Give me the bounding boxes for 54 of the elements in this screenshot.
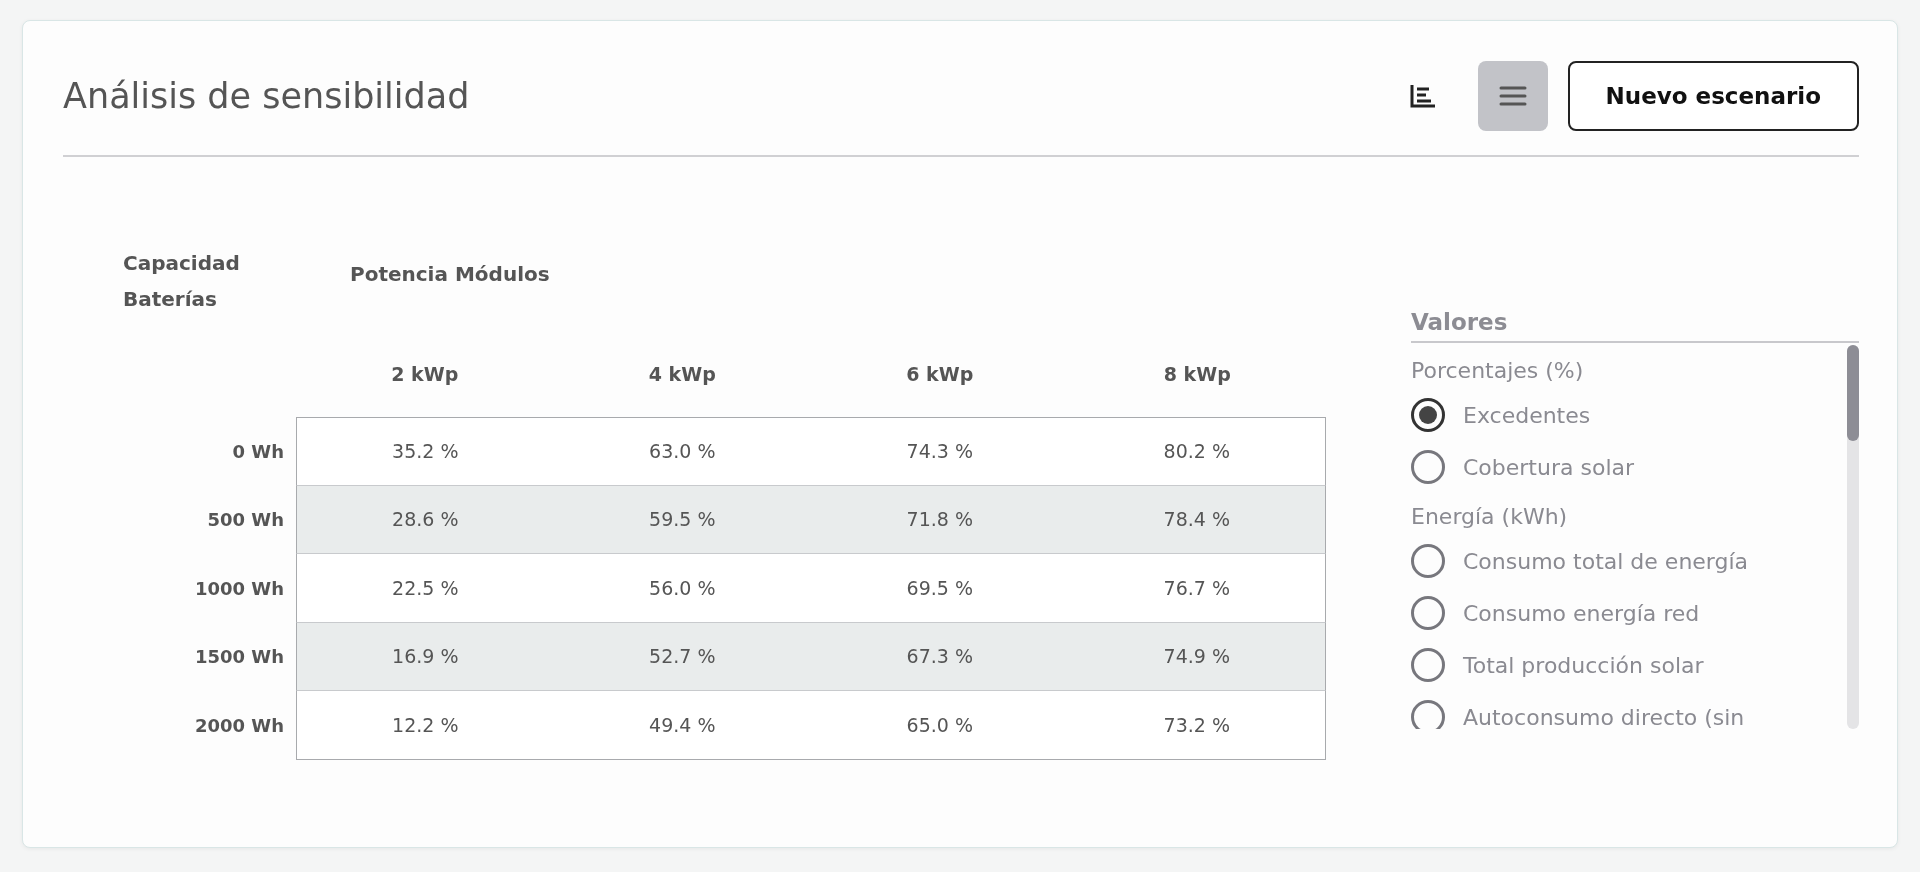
row-label: 0 Wh	[231, 439, 285, 464]
table-cell: 28.6 %	[296, 485, 554, 554]
option-label: Consumo energía red	[1463, 600, 1700, 626]
table-cell: 35.2 %	[296, 417, 554, 486]
table-cell: 52.7 %	[553, 622, 811, 691]
row-label: 1000 Wh	[193, 576, 285, 601]
table-cell: 67.3 %	[811, 622, 1069, 691]
new-scenario-button[interactable]: Nuevo escenario	[1567, 61, 1859, 131]
table-cell: 12.2 %	[296, 691, 554, 760]
row-label: 2000 Wh	[193, 713, 285, 738]
option-label: Total producción solar	[1463, 652, 1704, 678]
panel-title: Valores	[1411, 309, 1859, 343]
table-cell: 80.2 %	[1068, 417, 1326, 486]
radio-button[interactable]	[1411, 700, 1445, 729]
table-cell: 78.4 %	[1068, 485, 1326, 554]
table-cell: 73.2 %	[1068, 691, 1326, 760]
radio-option[interactable]: Total producción solar	[1411, 639, 1847, 691]
column-label: 8 kWp	[1162, 362, 1232, 387]
radio-option[interactable]: Consumo total de energía	[1411, 535, 1847, 587]
row-label: 1500 Wh	[193, 645, 285, 670]
bar-chart-icon	[1408, 83, 1437, 109]
column-label: 2 kWp	[390, 362, 460, 387]
table-cell: 74.9 %	[1068, 622, 1326, 691]
group-label: Energía (kWh)	[1411, 502, 1569, 531]
column-header: Potencia Módulos	[350, 262, 550, 286]
radio-button[interactable]	[1411, 398, 1445, 432]
radio-option[interactable]: Excedentes	[1411, 389, 1847, 441]
radio-button[interactable]	[1411, 648, 1445, 682]
column-label: 6 kWp	[905, 362, 975, 387]
option-label: Consumo total de energía	[1463, 548, 1749, 574]
radio-button[interactable]	[1411, 450, 1445, 484]
radio-button[interactable]	[1411, 596, 1445, 630]
option-label: Excedentes	[1463, 402, 1591, 428]
table-cell: 16.9 %	[296, 622, 554, 691]
option-label: Autoconsumo directo (sin	[1463, 704, 1745, 729]
table-cell: 22.5 %	[296, 554, 554, 623]
table-cell: 74.3 %	[811, 417, 1069, 486]
group-label: Porcentajes (%)	[1411, 356, 1585, 385]
table-cell: 59.5 %	[553, 485, 811, 554]
row-label: 500 Wh	[206, 508, 285, 533]
radio-option[interactable]: Autoconsumo directo (sin	[1411, 691, 1847, 729]
list-view-button[interactable]	[1477, 61, 1548, 131]
column-label: 4 kWp	[647, 362, 717, 387]
scrollbar[interactable]	[1847, 345, 1859, 729]
radio-button[interactable]	[1411, 544, 1445, 578]
table-cell: 63.0 %	[553, 417, 811, 486]
menu-icon	[1498, 84, 1527, 108]
table-cell: 76.7 %	[1068, 554, 1326, 623]
radio-option[interactable]: Consumo energía red	[1411, 587, 1847, 639]
radio-option[interactable]: Cobertura solar	[1411, 441, 1847, 493]
option-label: Cobertura solar	[1463, 454, 1634, 480]
card-title: Análisis de sensibilidad	[63, 76, 470, 116]
row-header: Capacidad Baterías	[123, 250, 241, 313]
table-cell: 71.8 %	[811, 485, 1069, 554]
